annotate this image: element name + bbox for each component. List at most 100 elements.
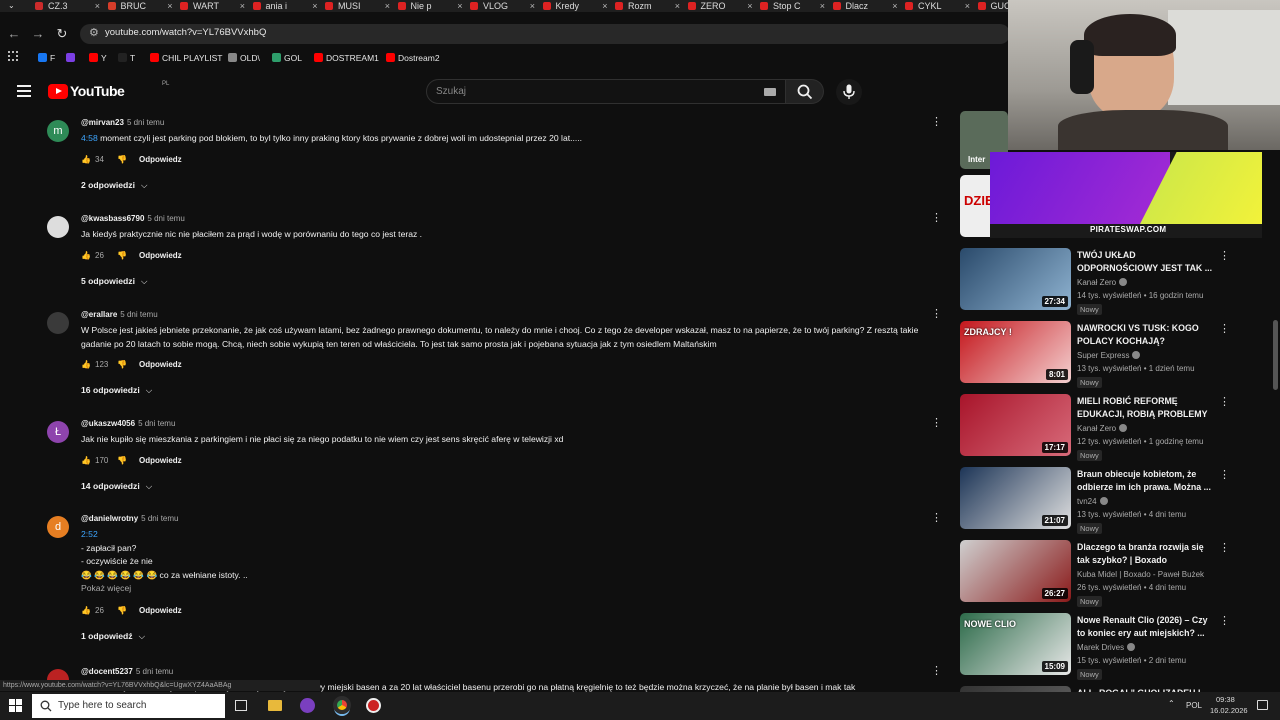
clock-date[interactable]: 16.02.2026 bbox=[1210, 706, 1248, 715]
bookmark-item[interactable]: GOL bbox=[272, 50, 302, 66]
tab-overflow-icon[interactable]: ⌄ bbox=[8, 0, 15, 12]
browser-tab[interactable]: Kredy × bbox=[540, 0, 612, 12]
voice-search-button[interactable] bbox=[836, 79, 862, 105]
comment-time[interactable]: 5 dni temu bbox=[120, 310, 157, 319]
comment-timestamp-link[interactable]: 2:52 bbox=[81, 528, 946, 542]
comment-time[interactable]: 5 dni temu bbox=[147, 214, 184, 223]
dislike-icon[interactable]: 👎 bbox=[117, 455, 139, 467]
browser-tab[interactable]: Nie p × bbox=[395, 0, 467, 12]
tab-close-icon[interactable]: × bbox=[602, 0, 607, 12]
commenter-avatar[interactable]: Ł bbox=[47, 421, 69, 443]
apps-icon[interactable] bbox=[8, 50, 18, 66]
comment-menu-icon[interactable]: ⋮ bbox=[931, 418, 942, 429]
video-channel[interactable]: Kanał Zero bbox=[1077, 424, 1128, 433]
like-icon[interactable]: 👍 bbox=[81, 250, 93, 262]
dislike-icon[interactable]: 👎 bbox=[117, 605, 139, 617]
video-thumbnail[interactable]: 26:27 bbox=[960, 540, 1071, 602]
show-more-link[interactable]: Pokaż więcej bbox=[81, 583, 131, 593]
page-scrollbar[interactable] bbox=[1273, 320, 1278, 390]
browser-tab[interactable]: Stop C × bbox=[757, 0, 829, 12]
comment-author[interactable]: @danielwrotny bbox=[81, 514, 138, 523]
comment-menu-icon[interactable]: ⋮ bbox=[931, 513, 942, 524]
bookmark-item[interactable]: CHIL PLAYLIST bbox=[150, 50, 222, 66]
video-menu-icon[interactable]: ⋮ bbox=[1219, 395, 1230, 408]
like-icon[interactable]: 👍 bbox=[81, 359, 93, 371]
tab-close-icon[interactable]: × bbox=[457, 0, 462, 12]
comment-author[interactable]: @mirvan23 bbox=[81, 118, 124, 127]
dislike-icon[interactable]: 👎 bbox=[117, 154, 139, 166]
clock-time[interactable]: 09:38 bbox=[1216, 695, 1235, 704]
tab-close-icon[interactable]: × bbox=[892, 0, 897, 12]
chrome-icon[interactable] bbox=[333, 696, 351, 714]
browser-tab[interactable]: CZ.3 × bbox=[32, 0, 104, 12]
view-replies-button[interactable]: 2 odpowiedzi ⌵ bbox=[81, 180, 147, 191]
video-channel[interactable]: Kuba Midel | Boxado - Paweł Bużek bbox=[1077, 570, 1204, 579]
taskbar-search[interactable]: Type here to search bbox=[32, 694, 225, 718]
search-box[interactable]: Szukaj bbox=[426, 79, 786, 104]
video-title[interactable]: Nowe Renault Clio (2026) – Czy to koniec… bbox=[1077, 614, 1215, 640]
browser-tab[interactable]: ZERO × bbox=[685, 0, 757, 12]
bookmark-item[interactable]: OLD\ bbox=[228, 50, 260, 66]
app-icon-2[interactable] bbox=[366, 698, 381, 713]
browser-tab[interactable]: Dlacz × bbox=[830, 0, 902, 12]
search-button[interactable] bbox=[786, 79, 824, 104]
comment-time[interactable]: 5 dni temu bbox=[141, 514, 178, 523]
view-replies-button[interactable]: 16 odpowiedzi ⌵ bbox=[81, 385, 152, 396]
browser-tab[interactable]: CYKL × bbox=[902, 0, 974, 12]
task-view-icon[interactable] bbox=[235, 700, 247, 711]
reply-button[interactable]: Odpowiedz bbox=[139, 360, 182, 369]
video-menu-icon[interactable]: ⋮ bbox=[1219, 249, 1230, 262]
video-thumbnail[interactable]: 17:17 bbox=[960, 394, 1071, 456]
browser-tab[interactable]: Rozm × bbox=[612, 0, 684, 12]
comment-menu-icon[interactable]: ⋮ bbox=[931, 309, 942, 320]
comment-time[interactable]: 5 dni temu bbox=[127, 118, 164, 127]
comment-menu-icon[interactable]: ⋮ bbox=[931, 213, 942, 224]
bookmark-item[interactable]: Dostream2 bbox=[386, 50, 440, 66]
tab-close-icon[interactable]: × bbox=[167, 0, 172, 12]
browser-tab[interactable]: MUSI × bbox=[322, 0, 394, 12]
video-title[interactable]: NAWROCKI VS TUSK: KOGO POLACY KOCHAJĄ? bbox=[1077, 322, 1215, 348]
video-menu-icon[interactable]: ⋮ bbox=[1219, 614, 1230, 627]
commenter-avatar[interactable] bbox=[47, 312, 69, 334]
tab-close-icon[interactable]: × bbox=[95, 0, 100, 12]
tab-close-icon[interactable]: × bbox=[820, 0, 825, 12]
video-thumbnail[interactable]: ZDRAJCY ! 8:01 bbox=[960, 321, 1071, 383]
ad-banner[interactable]: PIRATESWAP.COM bbox=[990, 152, 1262, 238]
comment-author[interactable]: @ukaszw4056 bbox=[81, 419, 135, 428]
reply-button[interactable]: Odpowiedz bbox=[139, 251, 182, 260]
comment-timestamp-link[interactable]: 4:58 bbox=[81, 133, 98, 143]
video-title[interactable]: MIELI ROBIĆ REFORMĘ EDUKACJI, ROBIĄ PROB… bbox=[1077, 395, 1215, 421]
commenter-avatar[interactable] bbox=[47, 216, 69, 238]
commenter-avatar[interactable]: d bbox=[47, 516, 69, 538]
keyboard-icon[interactable] bbox=[764, 88, 776, 96]
comment-time[interactable]: 5 dni temu bbox=[138, 419, 175, 428]
like-icon[interactable]: 👍 bbox=[81, 455, 93, 467]
view-replies-button[interactable]: 1 odpowiedź ⌵ bbox=[81, 631, 145, 642]
file-explorer-icon[interactable] bbox=[268, 700, 282, 711]
comment-time[interactable]: 5 dni temu bbox=[136, 667, 173, 676]
reply-button[interactable]: Odpowiedz bbox=[139, 606, 182, 615]
tab-close-icon[interactable]: × bbox=[240, 0, 245, 12]
video-channel[interactable]: Marek Drives bbox=[1077, 643, 1136, 652]
video-menu-icon[interactable]: ⋮ bbox=[1219, 322, 1230, 335]
tab-close-icon[interactable]: × bbox=[965, 0, 970, 12]
tab-close-icon[interactable]: × bbox=[675, 0, 680, 12]
comment-author[interactable]: @erallare bbox=[81, 310, 117, 319]
tab-close-icon[interactable]: × bbox=[312, 0, 317, 12]
back-icon[interactable]: ← bbox=[6, 22, 22, 46]
browser-tab[interactable]: ania i × bbox=[250, 0, 322, 12]
commenter-avatar[interactable]: m bbox=[47, 120, 69, 142]
video-thumbnail[interactable]: 27:34 bbox=[960, 248, 1071, 310]
bookmark-item[interactable]: DOSTREAM1 bbox=[314, 50, 379, 66]
video-title[interactable]: Dlaczego ta branża rozwija się tak szybk… bbox=[1077, 541, 1215, 567]
browser-tab[interactable]: WART × bbox=[177, 0, 249, 12]
view-replies-button[interactable]: 14 odpowiedzi ⌵ bbox=[81, 481, 152, 492]
tab-close-icon[interactable]: × bbox=[385, 0, 390, 12]
browser-tab[interactable]: BRUC × bbox=[105, 0, 177, 12]
address-bar[interactable]: ⚙ youtube.com/watch?v=YL76BVVxhbQ bbox=[80, 24, 1010, 44]
video-title[interactable]: Braun obiecuje kobietom, że odbierze im … bbox=[1077, 468, 1215, 494]
windows-start-icon[interactable] bbox=[9, 699, 22, 712]
dislike-icon[interactable]: 👎 bbox=[117, 359, 139, 371]
reload-icon[interactable]: ↻ bbox=[54, 22, 70, 46]
notification-icon[interactable] bbox=[1257, 700, 1268, 710]
